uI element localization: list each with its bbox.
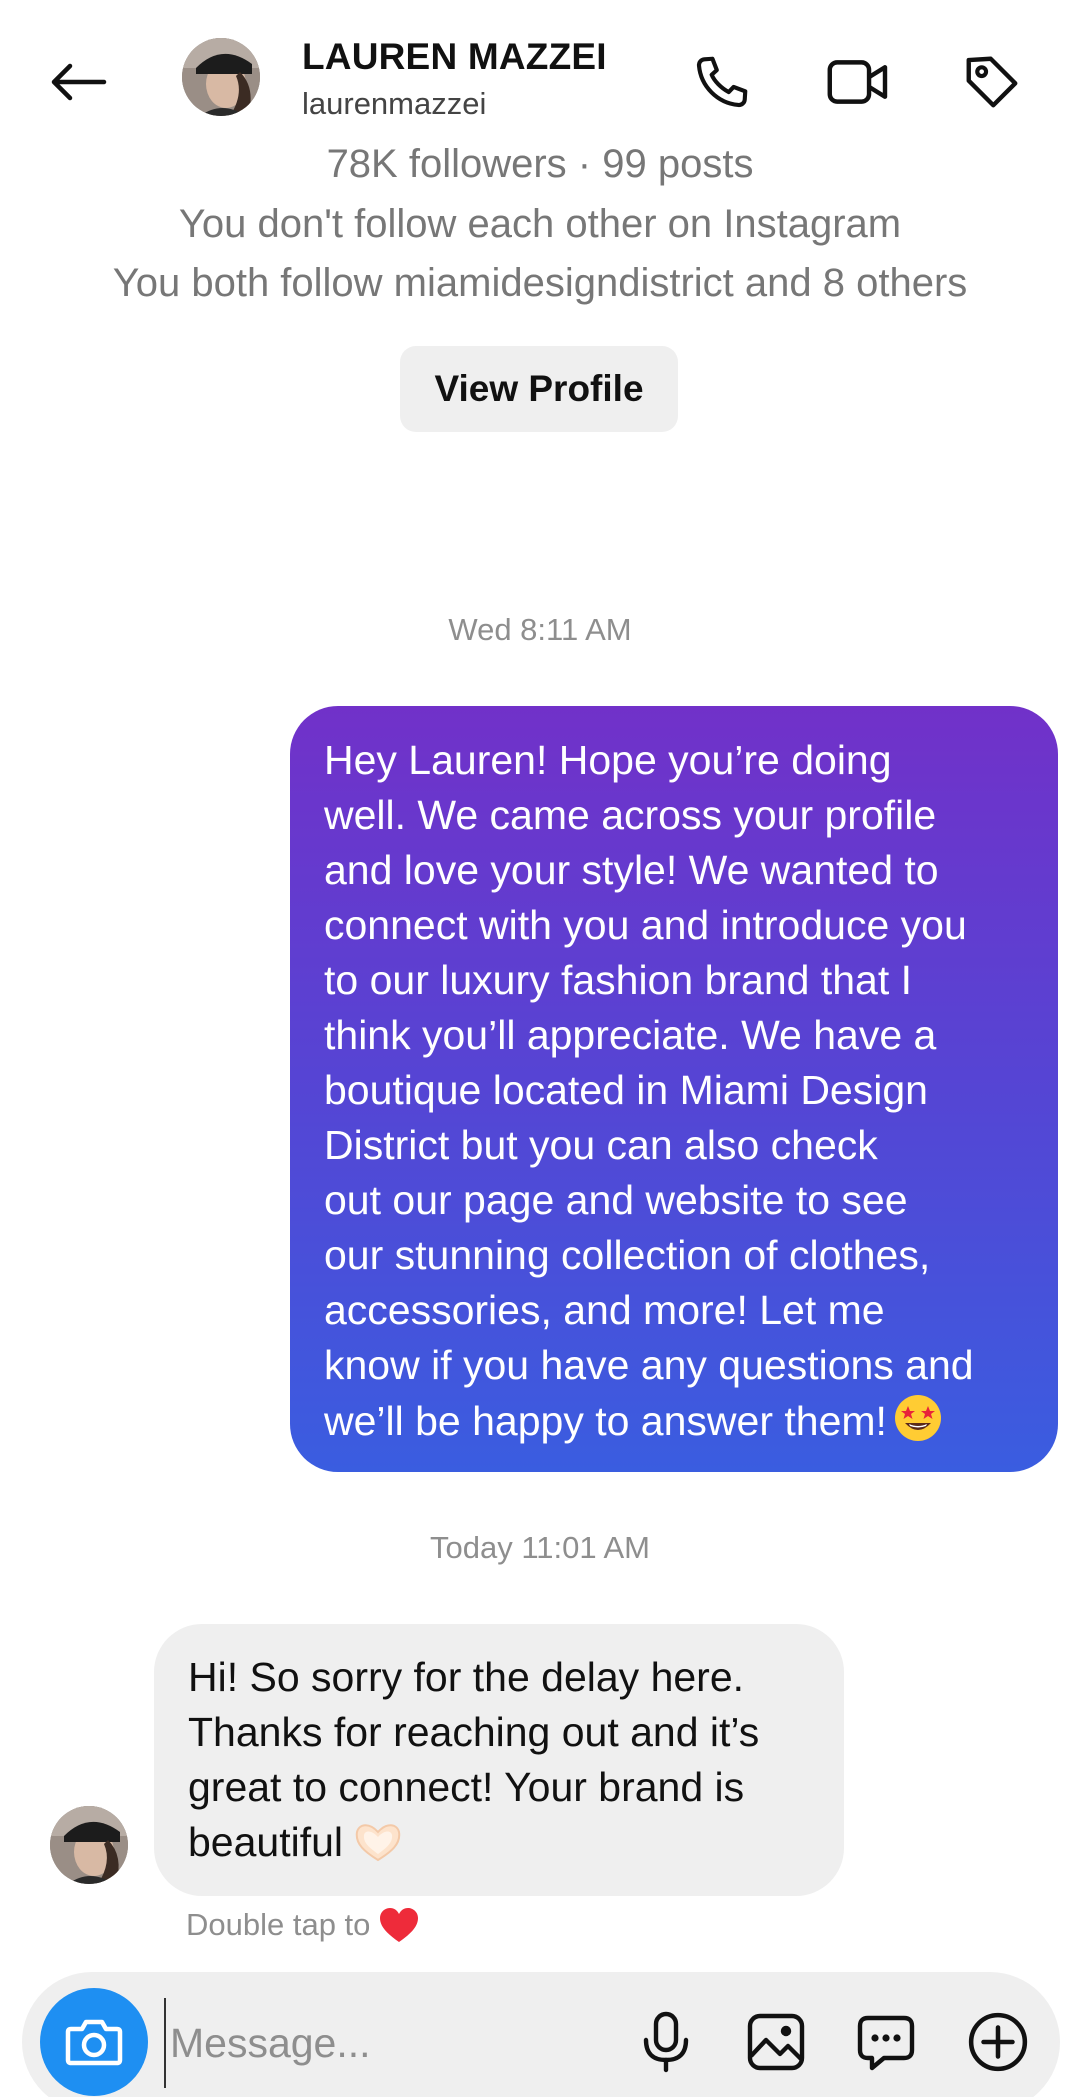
incoming-message-text: Hi! So sorry for the delay here. Thanks … (188, 1654, 760, 1865)
contact-username[interactable]: laurenmazzei (302, 86, 486, 122)
header-avatar[interactable] (182, 38, 260, 116)
arrow-left-icon (51, 63, 107, 101)
phone-icon (696, 56, 748, 108)
message-timestamp: Wed 8:11 AM (448, 612, 632, 647)
video-call-button[interactable] (816, 40, 900, 124)
follow-status: You don't follow each other on Instagram (178, 202, 902, 246)
back-button[interactable] (36, 46, 120, 118)
sticker-chat-icon (857, 2015, 915, 2071)
camera-button[interactable] (40, 1988, 148, 2096)
avatar-image (50, 1806, 128, 1884)
tag-icon (966, 56, 1018, 108)
message-input[interactable] (164, 1998, 612, 2088)
microphone-icon (643, 2011, 689, 2073)
heart-hands-emoji (355, 1824, 401, 1862)
incoming-message-bubble[interactable]: Hi! So sorry for the delay here. Thanks … (154, 1624, 844, 1896)
avatar-image (182, 38, 260, 116)
voice-message-button[interactable] (620, 1996, 712, 2088)
message-composer (22, 1972, 1060, 2097)
outgoing-message-bubble[interactable]: Hey Lauren! Hope you’re doing well. We c… (290, 706, 1058, 1472)
chat-header: LAUREN MAZZEI laurenmazzei (0, 0, 1080, 160)
tag-button[interactable] (950, 40, 1034, 124)
plus-circle-icon (968, 2012, 1028, 2072)
red-heart-icon (380, 1908, 419, 1942)
video-camera-icon (827, 60, 888, 104)
sticker-button[interactable] (840, 1996, 932, 2088)
mutual-followers: You both follow miamidesigndistrict and … (112, 261, 968, 305)
reaction-hint-text: Double tap to (186, 1907, 371, 1942)
audio-call-button[interactable] (680, 40, 764, 124)
message-timestamp: Today 11:01 AM (429, 1530, 650, 1565)
image-icon (747, 2013, 805, 2071)
camera-icon (65, 2019, 123, 2066)
dm-thread-screen: LAUREN MAZZEI laurenmazzei 78K followers… (0, 0, 1080, 2097)
contact-name[interactable]: LAUREN MAZZEI (302, 36, 607, 78)
profile-stats: 78K followers · 99 posts (326, 142, 754, 186)
gallery-button[interactable] (730, 1996, 822, 2088)
outgoing-message-text: Hey Lauren! Hope you’re doing well. We c… (324, 737, 974, 1444)
reaction-hint: Double tap to (186, 1906, 420, 1944)
more-options-button[interactable] (952, 1996, 1044, 2088)
incoming-sender-avatar[interactable] (50, 1806, 128, 1884)
star-struck-emoji (894, 1395, 941, 1441)
view-profile-button[interactable]: View Profile (400, 346, 678, 432)
